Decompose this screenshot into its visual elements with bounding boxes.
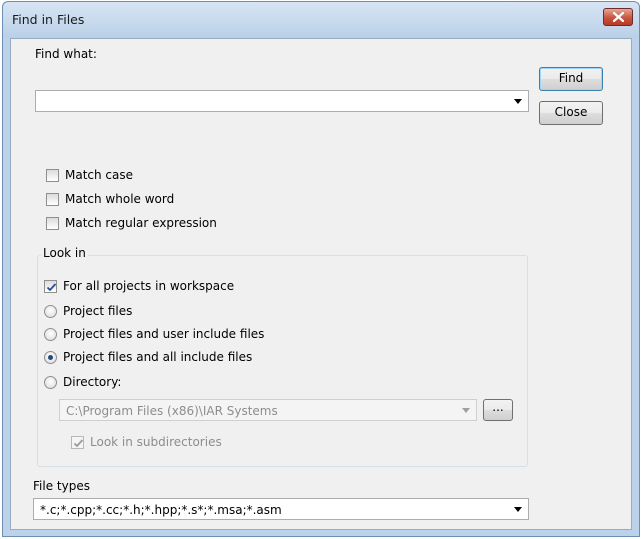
radio-directory[interactable] — [44, 376, 57, 389]
match-whole-word-label: Match whole word — [65, 192, 175, 206]
browse-directory-button[interactable]: ... — [483, 399, 513, 421]
close-window-button[interactable] — [603, 8, 633, 26]
look-in-group-title: Look in — [41, 246, 88, 260]
radio-directory-label: Directory: — [63, 375, 122, 389]
all-projects-checkbox[interactable] — [44, 280, 57, 293]
find-in-files-dialog: Find in Files Find what: Find Close Matc… — [2, 1, 640, 537]
radio-project-user-include-label: Project files and user include files — [63, 327, 265, 341]
match-regex-label: Match regular expression — [65, 216, 217, 230]
file-types-value: *.c;*.cpp;*.cc;*.h;*.hpp;*.s*;*.msa;*.as… — [40, 503, 282, 517]
title-bar: Find in Files — [3, 2, 639, 38]
chevron-down-icon[interactable] — [462, 408, 470, 413]
chevron-down-icon[interactable] — [514, 507, 522, 512]
directory-combo[interactable]: C:\Program Files (x86)\IAR Systems — [59, 399, 477, 421]
dialog-body: Find what: Find Close Match case Match w… — [10, 38, 632, 530]
find-button[interactable]: Find — [539, 67, 603, 91]
match-case-checkbox[interactable] — [46, 169, 59, 182]
file-types-combo[interactable]: *.c;*.cpp;*.cc;*.h;*.hpp;*.s*;*.msa;*.as… — [33, 498, 529, 520]
checkmark-icon — [46, 283, 57, 292]
match-case-label: Match case — [65, 168, 134, 182]
radio-selected-dot — [48, 355, 53, 360]
directory-value: C:\Program Files (x86)\IAR Systems — [66, 404, 278, 418]
look-in-subdirectories-label: Look in subdirectories — [90, 435, 222, 449]
close-button[interactable]: Close — [539, 101, 603, 125]
look-in-subdirectories-checkbox[interactable] — [71, 436, 84, 449]
radio-project-all-include[interactable] — [44, 351, 57, 364]
file-types-label: File types — [33, 479, 90, 493]
match-regex-checkbox[interactable] — [46, 217, 59, 230]
radio-project-files[interactable] — [44, 305, 57, 318]
match-whole-word-checkbox[interactable] — [46, 193, 59, 206]
checkmark-icon — [73, 439, 84, 448]
close-x-icon — [613, 12, 624, 22]
find-what-combo[interactable] — [35, 90, 529, 112]
find-what-label: Find what: — [35, 47, 97, 61]
chevron-down-icon[interactable] — [514, 99, 522, 104]
radio-project-user-include[interactable] — [44, 328, 57, 341]
radio-project-files-label: Project files — [63, 304, 133, 318]
radio-project-all-include-label: Project files and all include files — [63, 350, 253, 364]
dialog-title: Find in Files — [12, 12, 85, 27]
all-projects-label: For all projects in workspace — [63, 279, 235, 293]
